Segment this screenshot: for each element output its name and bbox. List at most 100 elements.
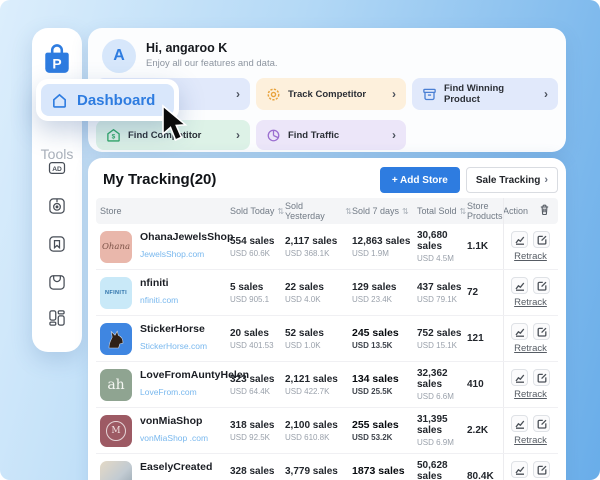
sold-7-days-cell: 245 sales USD 13.5K [352,327,417,350]
sort-icon: ⇅ [345,207,352,216]
store-name: nfiniti [140,277,178,290]
edit-button[interactable] [533,369,550,386]
card-find-winning-product[interactable]: Find Winning Product › [412,78,558,110]
chevron-right-icon: › [544,87,548,101]
action-cell: Retrack [503,369,558,400]
store-link[interactable]: JewelsShop.com [140,249,204,259]
edit-button[interactable] [533,277,550,294]
store-name: StickerHorse [140,323,207,336]
total-sold-cell: 32,362 sales USD 6.6M [417,368,467,401]
chart-button[interactable] [511,231,528,248]
col-sold-today[interactable]: Sold Today⇅ [230,206,285,216]
store-products-cell: 410 [467,379,503,390]
sold-yesterday-cell: 22 sales USD 4.0K [285,282,352,304]
svg-text:AD: AD [52,166,62,173]
retrack-link[interactable]: Retrack [514,389,547,400]
card-label: Find Winning Product [444,83,537,105]
card-track-competitor[interactable]: Track Competitor › [256,78,406,110]
sold-today-cell: 5 sales USD 905.1 [230,282,285,304]
chart-button[interactable] [511,369,528,386]
table-row: M vonMiaShop vonMiaShop .com 318 sales U… [96,408,558,454]
greeting-text: Hi, angaroo K [146,41,278,55]
col-action: Action [503,204,558,218]
sold-today-cell: 328 sales USD 14.4K [230,466,285,480]
retrack-link[interactable]: Retrack [514,435,547,446]
trash-icon[interactable] [539,204,550,218]
store-logo: ah [100,369,132,401]
chart-button[interactable] [511,461,528,478]
card-find-traffic[interactable]: Find Traffic › [256,120,406,150]
tracking-title: My Tracking(20) [103,171,216,188]
sold-today-cell: 318 sales USD 92.5K [230,420,285,442]
store-logo [100,323,132,355]
chevron-right-icon: › [236,128,240,142]
sale-tracking-button[interactable]: Sale Tracking › [466,167,558,193]
edit-button[interactable] [533,415,550,432]
bookmark-icon[interactable] [47,234,67,254]
edit-button[interactable] [533,323,550,340]
table-row: EaselyCreated EaselyCreated .com 328 sal… [96,454,558,480]
col-sold-7-days[interactable]: Sold 7 days⇅ [352,206,417,216]
product-box-icon [422,87,437,102]
product-scan-icon[interactable] [47,196,67,216]
action-cell: Retrack [503,415,558,446]
dashboard-nav-popup[interactable]: Dashboard [36,79,179,121]
pie-chart-icon [266,128,281,143]
basket-icon[interactable] [47,272,67,292]
store-products-cell: 72 [467,287,503,298]
store-name: EaselyCreated [140,461,217,474]
store-link[interactable]: nfiniti.com [140,295,178,305]
chevron-right-icon: › [392,87,396,101]
store-link[interactable]: vonMiaShop .com [140,433,208,443]
total-sold-cell: 437 sales USD 79.1K [417,282,467,304]
total-sold-cell: 31,395 sales USD 6.9M [417,414,467,447]
table-row: Ohana OhanaJewelsShop JewelsShop.com 554… [96,224,558,270]
retrack-link[interactable]: Retrack [514,343,547,354]
table-row: NFINITI nfiniti nfiniti.com 5 sales USD … [96,270,558,316]
store-link[interactable]: LoveFrom.com [140,387,197,397]
action-cell: Retrack [503,323,558,354]
store-products-cell: 2.2K [467,425,503,436]
sold-7-days-cell: 1873 sales USD 17.3K [352,465,417,480]
sold-7-days-cell: 255 sales USD 53.2K [352,419,417,442]
avatar[interactable]: A [102,39,136,73]
home-icon [51,92,68,109]
action-cell: Retrack [503,461,558,480]
total-sold-cell: 50,628 sales USD 2.4M [417,460,467,480]
col-total-sold[interactable]: Total Sold⇅ [417,206,467,216]
store-link[interactable]: StickerHorse.com [140,341,207,351]
table-row: ah LoveFromAuntyHelen LoveFrom.com 323 s… [96,362,558,408]
sold-7-days-cell: 129 sales USD 23.4K [352,282,417,304]
retrack-link[interactable]: Retrack [514,251,547,262]
brand-logo-icon[interactable]: P [42,43,72,80]
sold-today-cell: 554 sales USD 60.6K [230,236,285,258]
card-label: Find Traffic [288,130,339,141]
chart-button[interactable] [511,323,528,340]
chevron-right-icon: › [544,174,548,186]
chart-button[interactable] [511,277,528,294]
sold-7-days-cell: 134 sales USD 25.5K [352,373,417,396]
sort-icon: ⇅ [277,207,284,216]
store-name: vonMiaShop [140,415,208,428]
add-store-button[interactable]: + Add Store [380,167,460,193]
greeting-subtitle: Enjoy all our features and data. [146,58,278,69]
col-sold-yesterday[interactable]: Sold Yesterday⇅ [285,201,352,221]
ad-icon[interactable]: AD [47,158,67,178]
col-store-products: Store Products [467,201,503,221]
sold-yesterday-cell: 2,100 sales USD 610.8K [285,420,352,442]
store-logo: Ohana [100,231,132,263]
card-label: Track Competitor [288,89,366,100]
table-header: Store Sold Today⇅ Sold Yesterday⇅ Sold 7… [96,198,558,224]
tracking-table: Ohana OhanaJewelsShop JewelsShop.com 554… [96,224,558,480]
apps-icon[interactable] [47,308,67,328]
sold-yesterday-cell: 3,779 sales USD 165.7K [285,466,352,480]
retrack-link[interactable]: Retrack [514,297,547,308]
action-cell: Retrack [503,231,558,262]
sold-yesterday-cell: 2,121 sales USD 422.7K [285,374,352,396]
edit-button[interactable] [533,231,550,248]
chart-button[interactable] [511,415,528,432]
sidebar: P Tools AD [32,28,82,352]
sold-today-cell: 20 sales USD 401.53 [230,328,285,350]
svg-text:$: $ [112,133,116,140]
edit-button[interactable] [533,461,550,478]
